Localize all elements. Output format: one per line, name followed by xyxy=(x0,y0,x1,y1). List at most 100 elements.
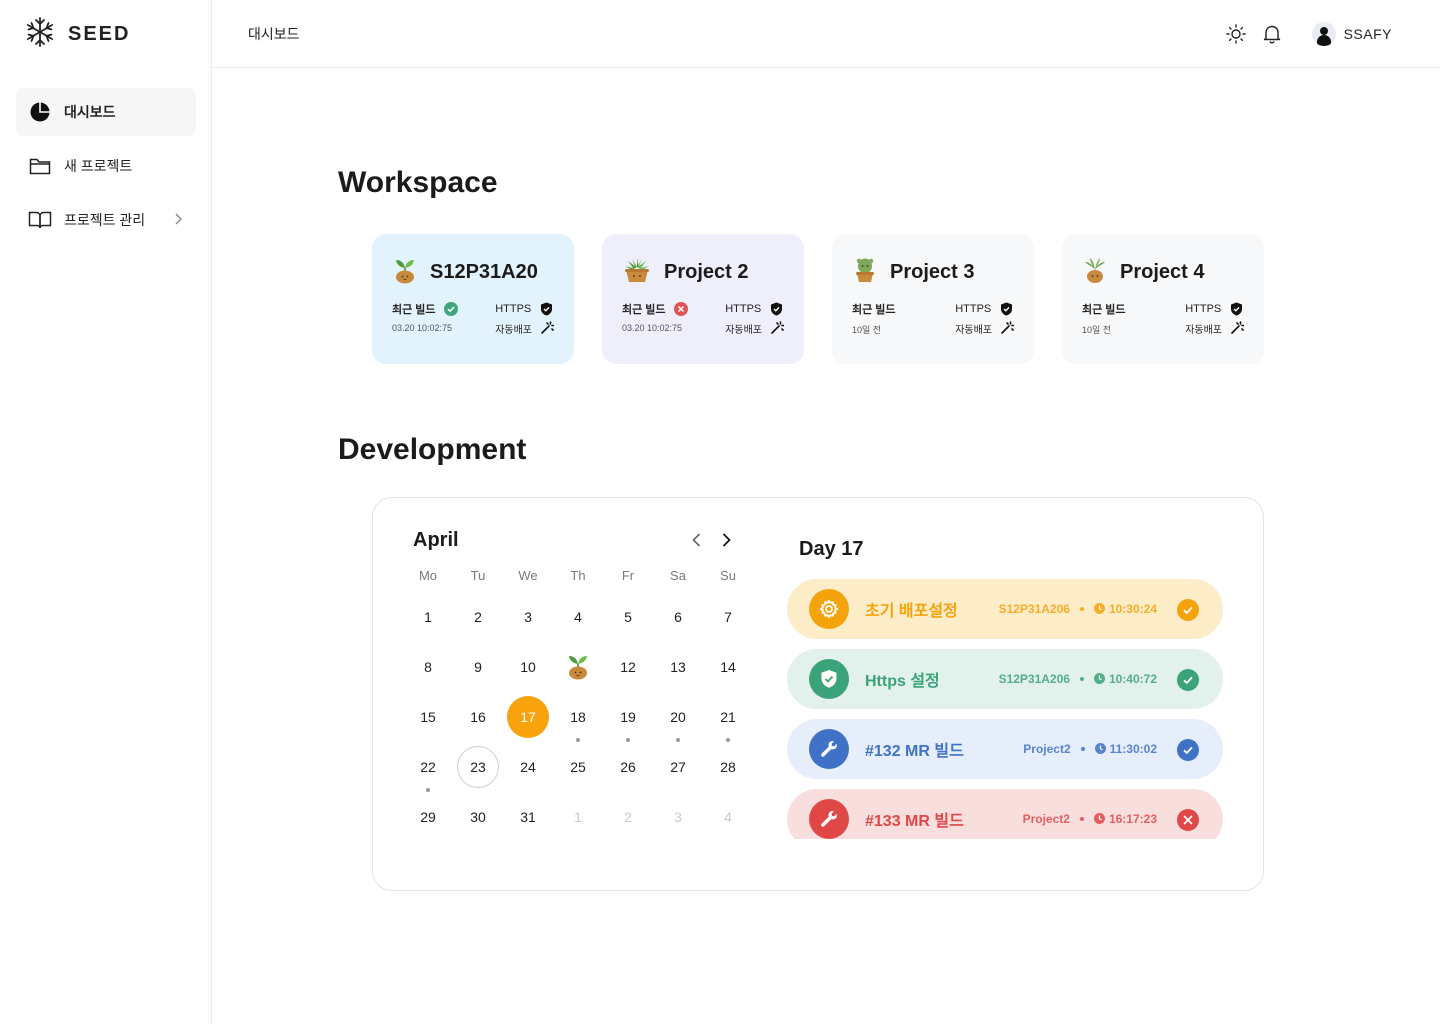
project-card[interactable]: S12P31A20 최근 빌드 03.20 10:02:75 HTTPS 자동배… xyxy=(372,234,574,364)
calendar-day[interactable]: 20 xyxy=(653,692,703,742)
project-card[interactable]: Project 2 최근 빌드 03.20 10:02:75 HTTPS 자동배… xyxy=(602,234,804,364)
calendar-day[interactable]: 4 xyxy=(553,592,603,642)
calendar-day-number: 15 xyxy=(420,709,436,725)
check-circle-icon xyxy=(443,302,458,316)
deploy-label: 자동배포 xyxy=(1185,324,1222,336)
sidebar-item-label: 대시보드 xyxy=(64,104,116,120)
sun-icon[interactable] xyxy=(1222,20,1250,48)
calendar-day-next-month[interactable]: 2 xyxy=(603,792,653,842)
weekday-label: Tu xyxy=(470,568,486,583)
calendar-day-number: 28 xyxy=(720,759,736,775)
event-meta: Project2 16:17:23 xyxy=(1023,789,1157,839)
deploy-label: 자동배포 xyxy=(495,324,532,336)
chevron-right-icon[interactable] xyxy=(713,527,739,553)
calendar-day[interactable]: 5 xyxy=(603,592,653,642)
calendar-day-number: 21 xyxy=(720,709,736,725)
wrench-icon xyxy=(809,729,849,769)
event-item[interactable]: 초기 배포설정 S12P31A206 10:30:24 xyxy=(787,579,1223,639)
calendar-day-number: 18 xyxy=(570,709,586,725)
calendar-day[interactable]: 9 xyxy=(453,642,503,692)
book-icon xyxy=(28,208,52,232)
event-project: S12P31A206 xyxy=(998,602,1070,616)
calendar-day-number: 8 xyxy=(424,659,432,675)
event-item[interactable]: #133 MR 빌드 Project2 16:17:23 xyxy=(787,789,1223,839)
calendar-day[interactable]: 22 xyxy=(403,742,453,792)
calendar-day-number: 3 xyxy=(674,809,682,825)
https-label: HTTPS xyxy=(955,303,992,315)
calendar-day[interactable]: 18 xyxy=(553,692,603,742)
calendar-day-selected[interactable]: 17 xyxy=(503,692,553,742)
calendar-day[interactable]: 21 xyxy=(703,692,753,742)
calendar-day[interactable]: 31 xyxy=(503,792,553,842)
x-circle-icon xyxy=(1177,809,1199,831)
logo[interactable]: SEED xyxy=(24,16,130,53)
project-name: Project 2 xyxy=(664,261,749,283)
calendar-day-number: 5 xyxy=(624,609,632,625)
sidebar-item-dashboard[interactable]: 대시보드 xyxy=(16,88,196,136)
calendar-day-next-month[interactable]: 4 xyxy=(703,792,753,842)
folder-icon xyxy=(28,154,52,178)
clock-icon xyxy=(1093,812,1109,826)
event-title: #133 MR 빌드 xyxy=(865,813,964,830)
calendar-day[interactable]: 28 xyxy=(703,742,753,792)
chevron-left-icon[interactable] xyxy=(683,527,709,553)
magic-wand-icon xyxy=(770,321,784,335)
calendar-day-next-month[interactable]: 1 xyxy=(553,792,603,842)
calendar-day-today[interactable]: 23 xyxy=(453,742,503,792)
breadcrumb: 대시보드 xyxy=(248,26,300,42)
calendar-day[interactable]: 25 xyxy=(553,742,603,792)
calendar-day[interactable]: 3 xyxy=(503,592,553,642)
deploy-label: 자동배포 xyxy=(725,324,762,336)
event-time: 10:30:24 xyxy=(1108,602,1157,616)
project-card[interactable]: Project 3 최근 빌드 10일 전 HTTPS 자동배포 xyxy=(832,234,1034,364)
calendar-day-number: 31 xyxy=(520,809,536,825)
calendar-day-number: 12 xyxy=(620,659,636,675)
calendar-day-number: 27 xyxy=(670,759,686,775)
calendar-day-number: 26 xyxy=(620,759,636,775)
calendar-day[interactable]: 24 xyxy=(503,742,553,792)
calendar-day[interactable]: 6 xyxy=(653,592,703,642)
gear-icon xyxy=(809,589,849,629)
calendar-month: April xyxy=(413,528,459,551)
user-menu[interactable]: SSAFY xyxy=(1311,22,1392,46)
calendar-day[interactable] xyxy=(553,642,603,692)
event-time: 10:40:72 xyxy=(1108,672,1157,686)
project-card[interactable]: Project 4 최근 빌드 10일 전 HTTPS 자동배포 xyxy=(1062,234,1264,364)
calendar-day[interactable]: 1 xyxy=(403,592,453,642)
calendar-day-number: 24 xyxy=(520,759,536,775)
development-panel: April Mo Tu We Th Fr Sa Su 1 2 3 4 5 6 7 8 9 10 12 13 14 15 1… xyxy=(372,497,1264,891)
calendar-day[interactable]: 16 xyxy=(453,692,503,742)
https-label: HTTPS xyxy=(1185,303,1222,315)
event-item[interactable]: Https 설정 S12P31A206 10:40:72 xyxy=(787,649,1223,709)
calendar-day[interactable]: 14 xyxy=(703,642,753,692)
calendar-day[interactable]: 19 xyxy=(603,692,653,742)
event-project: S12P31A206 xyxy=(998,672,1070,686)
clock-icon xyxy=(1093,672,1109,686)
workspace-title: Workspace xyxy=(338,166,498,199)
calendar-day-next-month[interactable]: 3 xyxy=(653,792,703,842)
deploy-label: 자동배포 xyxy=(955,324,992,336)
sprout-pot-icon xyxy=(565,652,591,683)
https-label: HTTPS xyxy=(495,303,532,315)
separator-dot xyxy=(1079,607,1084,611)
calendar-day[interactable]: 15 xyxy=(403,692,453,742)
sidebar-item-new-project[interactable]: 새 프로젝트 xyxy=(16,142,196,190)
calendar-day[interactable]: 8 xyxy=(403,642,453,692)
shield-check-icon xyxy=(539,302,553,316)
event-item[interactable]: #132 MR 빌드 Project2 11:30:02 xyxy=(787,719,1223,779)
calendar-day[interactable]: 2 xyxy=(453,592,503,642)
bell-icon[interactable] xyxy=(1258,20,1286,48)
calendar-day-number: 1 xyxy=(574,809,582,825)
calendar-day[interactable]: 26 xyxy=(603,742,653,792)
magic-wand-icon xyxy=(1000,321,1014,335)
calendar-day[interactable]: 10 xyxy=(503,642,553,692)
calendar-day[interactable]: 12 xyxy=(603,642,653,692)
project-name: Project 3 xyxy=(890,261,975,283)
calendar-day[interactable]: 13 xyxy=(653,642,703,692)
calendar-day[interactable]: 7 xyxy=(703,592,753,642)
sidebar-item-project-manage[interactable]: 프로젝트 관리 xyxy=(16,196,196,244)
pie-chart-icon xyxy=(28,100,52,124)
calendar-day[interactable]: 27 xyxy=(653,742,703,792)
calendar-day[interactable]: 30 xyxy=(453,792,503,842)
calendar-day[interactable]: 29 xyxy=(403,792,453,842)
